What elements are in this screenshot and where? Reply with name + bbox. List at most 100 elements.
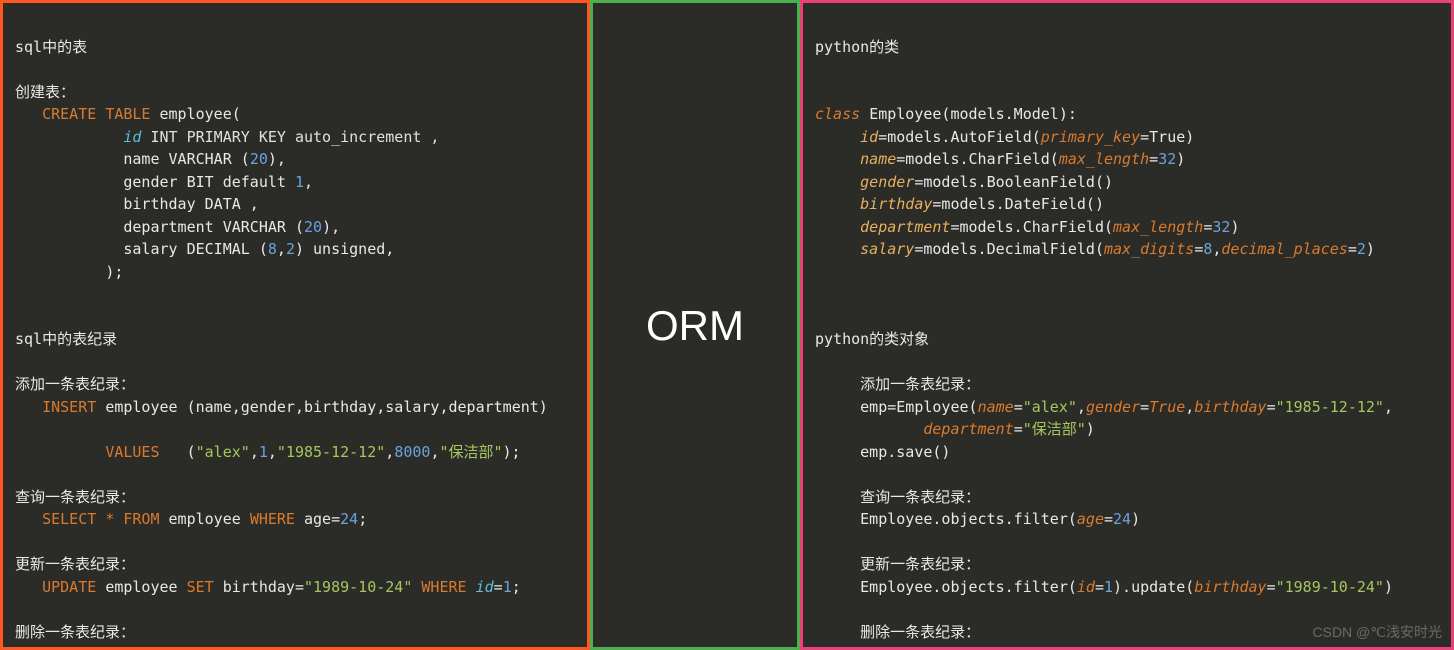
col-dept: department VARCHAR ( xyxy=(123,218,304,236)
u-d: ).update( xyxy=(1113,578,1194,596)
v-1: 1 xyxy=(259,443,268,461)
d-d: ).delete() xyxy=(1176,645,1266,650)
u-c: 1 xyxy=(1104,578,1113,596)
q-b: age xyxy=(1077,510,1104,528)
u-f: "1989-10-24" xyxy=(1276,578,1384,596)
py-title: python的类 xyxy=(815,38,899,56)
f-sal-d: 8 xyxy=(1203,240,1212,258)
kw-where: WHERE xyxy=(250,510,295,528)
select-label: 查询一条表纪录： xyxy=(15,488,135,506)
upd-col: birthday= xyxy=(223,578,304,596)
f-dept-c: max_length xyxy=(1113,218,1203,236)
a-bday-k: birthday xyxy=(1194,398,1266,416)
f-id-d: =True) xyxy=(1140,128,1194,146)
f-id-b: =models.AutoField( xyxy=(878,128,1041,146)
py-add-label: 添加一条表纪录： xyxy=(860,375,980,393)
f-name-d: 32 xyxy=(1158,150,1176,168)
a-gender-k: gender xyxy=(1086,398,1140,416)
update-label: 更新一条表纪录： xyxy=(15,555,135,573)
a-name-v: "alex" xyxy=(1023,398,1077,416)
q-c: 24 xyxy=(1113,510,1131,528)
delete-label: 删除一条表纪录： xyxy=(15,623,135,641)
kw-table: TABLE xyxy=(105,105,150,123)
col-gender-def: 1 xyxy=(295,173,304,191)
insert-cols: employee (name,gender,birthday,salary,de… xyxy=(105,398,548,416)
kw-where3: WHERE xyxy=(232,645,277,650)
f-bday-b: =models.DateField() xyxy=(932,195,1104,213)
f-dept-d: 32 xyxy=(1212,218,1230,236)
col-name-end: ), xyxy=(268,150,286,168)
col-sal-a: 8 xyxy=(268,240,277,258)
create-label: 创建表： xyxy=(15,83,75,101)
orm-panel: ORM xyxy=(590,0,800,650)
orm-label: ORM xyxy=(646,294,744,357)
tbl-name: employee( xyxy=(160,105,241,123)
kw-update: UPDATE xyxy=(42,578,96,596)
f-sal-e: decimal_places xyxy=(1221,240,1347,258)
upd-id: id xyxy=(476,578,494,596)
q-a: Employee.objects.filter( xyxy=(860,510,1077,528)
a-dept-k: department xyxy=(923,420,1013,438)
col-sal: salary DECIMAL ( xyxy=(123,240,268,258)
a-name-k: name xyxy=(978,398,1014,416)
upd-1: 1 xyxy=(503,578,512,596)
f-name: name xyxy=(860,150,896,168)
f-sal-c: max_digits xyxy=(1104,240,1194,258)
del-val: "alex" xyxy=(331,645,385,650)
kw-insert: INSERT xyxy=(42,398,96,416)
kw-class: class xyxy=(815,105,860,123)
f-sal-f: 2 xyxy=(1357,240,1366,258)
del-tbl: employee xyxy=(150,645,222,650)
kw-from2: FROM xyxy=(105,645,141,650)
emp-save: emp.save() xyxy=(860,443,950,461)
f-bday: birthday xyxy=(860,195,932,213)
d-b: name xyxy=(1077,645,1113,650)
col-dept-len: 20 xyxy=(304,218,322,236)
v-date: "1985-12-12" xyxy=(277,443,385,461)
kw-set: SET xyxy=(187,578,214,596)
col-name-len: 20 xyxy=(250,150,268,168)
py-u-label: 更新一条表纪录： xyxy=(860,555,980,573)
sel-age: 24 xyxy=(340,510,358,528)
f-sal: salary xyxy=(860,240,914,258)
col-id: id xyxy=(123,128,141,146)
sel-cond: age= xyxy=(304,510,340,528)
create-end: ); xyxy=(105,263,123,281)
f-dept-b: =models.CharField( xyxy=(950,218,1113,236)
f-name-b: =models.CharField( xyxy=(896,150,1059,168)
kw-from: FROM xyxy=(123,510,159,528)
f-id: id xyxy=(860,128,878,146)
f-name-c: max_length xyxy=(1059,150,1149,168)
col-name: name VARCHAR ( xyxy=(123,150,249,168)
col-gender-end: , xyxy=(304,173,313,191)
py-d-label: 删除一条表纪录： xyxy=(860,623,980,641)
f-dept: department xyxy=(860,218,950,236)
py-obj-title: python的类对象 xyxy=(815,330,929,348)
col-sal-b: 2 xyxy=(286,240,295,258)
v-8000: 8000 xyxy=(394,443,430,461)
f-sal-b: =models.DecimalField( xyxy=(914,240,1104,258)
insert-label: 添加一条表纪录： xyxy=(15,375,135,393)
kw-create: CREATE xyxy=(42,105,96,123)
col-gender: gender BIT default xyxy=(123,173,295,191)
kw-where2: WHERE xyxy=(421,578,466,596)
u-b: id xyxy=(1077,578,1095,596)
v-alex: "alex" xyxy=(196,443,250,461)
col-id-type: INT PRIMARY KEY auto_increment , xyxy=(150,128,439,146)
a-dept-v: "保洁部" xyxy=(1023,420,1086,438)
f-gender: gender xyxy=(860,173,914,191)
py-q-label: 查询一条表纪录： xyxy=(860,488,980,506)
kw-select: SELECT xyxy=(42,510,96,528)
cls-sig: Employee(models.Model): xyxy=(869,105,1077,123)
col-sal-end: ) unsigned, xyxy=(295,240,394,258)
u-a: Employee.objects.filter( xyxy=(860,578,1077,596)
python-panel: python的类 class Employee(models.Model): i… xyxy=(800,0,1454,650)
u-e: birthday xyxy=(1194,578,1266,596)
col-dept-end: ), xyxy=(322,218,340,236)
d-c: "alex" xyxy=(1122,645,1176,650)
sel-tbl: employee xyxy=(169,510,241,528)
sql-title: sql中的表 xyxy=(15,38,87,56)
kw-values: VALUES xyxy=(105,443,159,461)
kw-delete: DELETE xyxy=(42,645,96,650)
a-bday-v: "1985-12-12" xyxy=(1276,398,1384,416)
